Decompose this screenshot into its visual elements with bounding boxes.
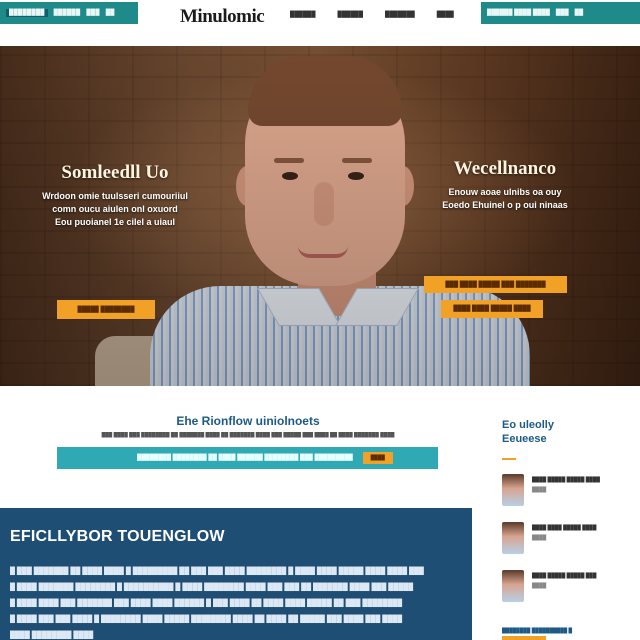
nav-item-4[interactable]: ████ bbox=[437, 12, 454, 18]
hero-right-secondary-button[interactable]: ████ ████ █████ ████ bbox=[441, 300, 543, 318]
post-meta: ████ █████ █████ ████ ████ bbox=[532, 474, 600, 493]
post-title[interactable]: ████ ████ █████ ████ bbox=[532, 525, 596, 531]
hero-left-line-3: Eou puoianel 1e cilel a uiaul bbox=[54, 217, 176, 227]
nav-item-3[interactable]: ███████ bbox=[385, 12, 415, 18]
site-logo[interactable]: Minulomic bbox=[180, 6, 265, 28]
main-nav: ██████ ██████ ███████ ████ bbox=[290, 12, 454, 18]
hero-right-line-2: Eoedo Ehuinel o p oui ninaas bbox=[442, 200, 568, 210]
hero-left-title: Somleedll Uo bbox=[61, 162, 169, 183]
post-thumbnail[interactable] bbox=[502, 522, 524, 554]
subscribe-bar: ████████ ████████ ██ ████ ██████ ███████… bbox=[57, 447, 438, 469]
hero-section: Somleedll Uo Wrdoon omie tuulsseri cumou… bbox=[0, 46, 640, 386]
nav-item-2[interactable]: ██████ bbox=[338, 12, 364, 18]
hero-right-title: Wecellnanco bbox=[453, 158, 557, 179]
subscribe-text: ████████ ████████ ██ ████ ██████ ███████… bbox=[137, 455, 353, 461]
feature-line-1: █ ███ ███████ ██ ████ ████ █ █████████ █… bbox=[10, 568, 424, 575]
top-bar: ████████ ██████ ███ ██ Minulomic ██████ … bbox=[0, 0, 640, 46]
feature-line-4: █ ████ ███ ███ ████ █ ████████ ████ ████… bbox=[10, 616, 403, 623]
hero-left-line-1: Wrdoon omie tuulsseri cumouriiul bbox=[42, 191, 188, 201]
sidebar-post-2[interactable]: ████ ████ █████ ████ ████ bbox=[502, 522, 634, 570]
hero-right-copy: Wecellnanco Enouw aoae ulnibs oa ouy Eoe… bbox=[410, 158, 600, 212]
top-right-link-3[interactable]: ██ bbox=[575, 10, 584, 16]
post-title[interactable]: ████ █████ █████ ███ bbox=[532, 573, 596, 579]
post-title[interactable]: ████ █████ █████ ████ bbox=[532, 477, 600, 483]
sidebar-bottom-accent bbox=[502, 636, 546, 640]
sidebar-bottom-link[interactable]: ████████ ██████████ █ bbox=[502, 628, 614, 634]
sidebar-post-1[interactable]: ████ █████ █████ ████ ████ bbox=[502, 474, 634, 522]
sidebar-title: Eo uleolly Eeueese bbox=[502, 419, 554, 445]
post-date: ████ bbox=[532, 487, 547, 493]
top-right-link-2[interactable]: ███ bbox=[556, 10, 569, 16]
post-thumbnail[interactable] bbox=[502, 570, 524, 602]
post-date: ████ bbox=[532, 535, 547, 541]
post-thumbnail[interactable] bbox=[502, 474, 524, 506]
top-left-strip: ████████ ██████ ███ ██ bbox=[0, 2, 138, 24]
sidebar-accent-rule bbox=[502, 458, 516, 460]
post-meta: ████ █████ █████ ███ ████ bbox=[532, 570, 596, 589]
feature-line-3: █ ████ ████ ███ ███████ ███ ████ ████ ██… bbox=[10, 600, 403, 607]
post-meta: ████ ████ █████ ████ ████ bbox=[532, 522, 596, 541]
top-right-link-1[interactable]: ██████ ████ ████ bbox=[487, 10, 550, 16]
hero-right-primary-button[interactable]: ███ ████ █████ ███ ███████ bbox=[424, 276, 567, 293]
feature-line-5: ████ ████████ ████ bbox=[10, 632, 94, 639]
top-left-link-3[interactable]: ███ bbox=[86, 10, 99, 16]
feature-panel: EFICLLYBOR TOUENGLOW █ ███ ███████ ██ ██… bbox=[0, 508, 472, 640]
section-subtitle: ███ ████ ███ ████████ ██ ███████ ████ ██… bbox=[101, 432, 395, 438]
top-right-strip: ██████ ████ ████ ███ ██ bbox=[481, 2, 640, 24]
top-left-link-4[interactable]: ██ bbox=[106, 10, 115, 16]
post-date: ████ bbox=[532, 583, 547, 589]
top-left-link-2[interactable]: ██████ bbox=[54, 10, 81, 16]
hero-left-cta-button[interactable]: █████ ████████ bbox=[57, 300, 155, 319]
feature-title: EFICLLYBOR TOUENGLOW bbox=[10, 528, 225, 545]
sidebar-post-3[interactable]: ████ █████ █████ ███ ████ bbox=[502, 570, 634, 618]
hero-right-line-1: Enouw aoae ulnibs oa ouy bbox=[448, 187, 562, 197]
hero-left-line-2: comn oucu aiulen onl oxuord bbox=[52, 204, 178, 214]
feature-line-2: █ ████ ███████ ████████ █ ██████████ █ █… bbox=[10, 584, 414, 591]
subscribe-button[interactable]: ████ bbox=[362, 452, 393, 464]
sidebar: Eo uleolly Eeueese ████ █████ █████ ████… bbox=[494, 418, 634, 618]
hero-left-copy: Somleedll Uo Wrdoon omie tuulsseri cumou… bbox=[10, 162, 220, 229]
top-left-link-1[interactable]: ████████ bbox=[6, 9, 48, 17]
section-title: Ehe Rionflow uiniolnoets bbox=[176, 414, 320, 428]
nav-item-1[interactable]: ██████ bbox=[290, 12, 316, 18]
